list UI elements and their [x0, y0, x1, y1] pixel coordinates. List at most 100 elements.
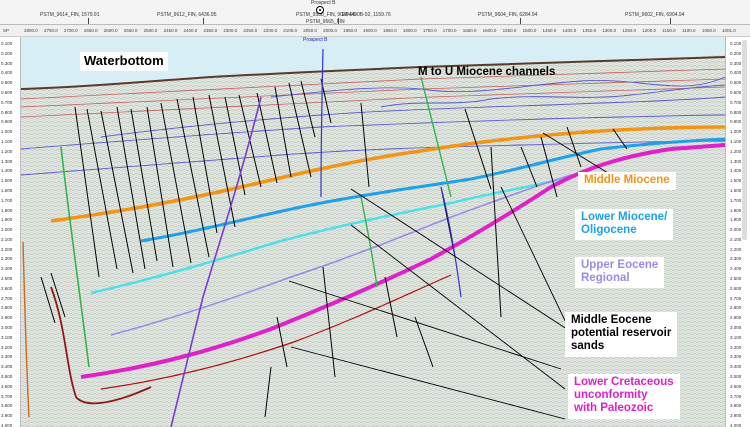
shotpoint-label: 2750.0 — [43, 28, 58, 33]
time-label-right: 2.500 — [730, 276, 742, 282]
time-label-left: 2.600 — [1, 285, 13, 291]
time-label-right: 0.800 — [730, 109, 742, 115]
time-label-right: 0.600 — [730, 89, 742, 95]
shotpoint-label: 2650.0 — [83, 28, 98, 33]
time-label-left: 3.900 — [1, 413, 13, 419]
time-label-right: 0.200 — [730, 50, 742, 56]
time-label-right: 1.800 — [730, 207, 742, 213]
prospect-well-icon[interactable] — [316, 6, 324, 14]
time-label-left: 1.100 — [1, 138, 13, 144]
legend-upper-eocene-line2: Regional — [581, 272, 630, 285]
time-label-right: 0.300 — [730, 60, 742, 66]
shotpoint-label: 1450.0 — [542, 28, 557, 33]
time-label-right: 0.500 — [730, 80, 742, 86]
shotpoint-label: 1500.0 — [522, 28, 537, 33]
shotpoint-label: 1300.0 — [602, 28, 617, 33]
time-label-right: 3.100 — [730, 334, 742, 340]
time-label-left: 1.900 — [1, 217, 13, 223]
time-label-left: 3.400 — [1, 364, 13, 370]
time-label-left: 3.700 — [1, 393, 13, 399]
time-label-right: 1.600 — [730, 187, 742, 193]
line-ref-1[interactable]: PSTM_9614_FIN, 1579.91 — [40, 12, 99, 18]
line-ref-2[interactable]: PSTM_9612_FIN, 6436.95 — [157, 12, 216, 18]
line-ref-5[interactable]: PSTM_9604_FIN, 6284.94 — [478, 12, 537, 18]
time-label-right: 0.700 — [730, 99, 742, 105]
label-waterbottom: Waterbottom — [80, 52, 168, 71]
time-label-left: 1.400 — [1, 168, 13, 174]
legend-middle-eocene-line3: sands — [571, 340, 605, 353]
time-label-left: 2.700 — [1, 295, 13, 301]
time-label-left: 2.000 — [1, 227, 13, 233]
time-label-left: 0.100 — [1, 41, 13, 46]
time-label-right: 3.900 — [730, 413, 742, 419]
legend-middle-eocene-line1: Middle Eocene — [571, 314, 652, 326]
time-label-left: 0.500 — [1, 80, 13, 86]
shotpoint-label: 1750.0 — [422, 28, 437, 33]
intersection-tick — [88, 18, 89, 24]
legend-middle-miocene-text: Middle Miocene — [584, 174, 670, 186]
time-label-right: 3.000 — [730, 325, 742, 331]
legend-lower-miocene-line1: Lower Miocene/ — [581, 211, 668, 223]
time-label-left: 0.700 — [1, 99, 13, 105]
time-label-right: 2.600 — [730, 285, 742, 291]
time-label-left: 0.300 — [1, 60, 13, 66]
shotpoint-label: 2600.0 — [103, 28, 118, 33]
time-label-left: 1.800 — [1, 207, 13, 213]
time-label-left: 1.200 — [1, 148, 13, 154]
vertical-scrollbar[interactable] — [742, 40, 747, 240]
line-intersection-bar: PSTM_9614_FIN, 1579.91 PSTM_9612_FIN, 64… — [0, 0, 750, 25]
time-label-left: 3.000 — [1, 325, 13, 331]
time-label-left: 1.500 — [1, 178, 13, 184]
shotpoint-label: 1150.0 — [662, 28, 676, 33]
time-label-right: 0.400 — [730, 70, 742, 76]
shotpoint-label: 2250.0 — [243, 28, 258, 33]
time-label-left: 0.600 — [1, 89, 13, 95]
shotpoint-label: 1001.0 — [722, 28, 736, 33]
time-label-right: 3.200 — [730, 344, 742, 350]
legend-cretaceous: Lower Cretaceous unconformity with Paleo… — [568, 374, 680, 419]
time-label-right: 3.400 — [730, 364, 742, 370]
intersection-tick — [670, 18, 671, 24]
shotpoint-label: 2200.0 — [263, 28, 278, 33]
time-label-right: 1.300 — [730, 158, 742, 164]
shotpoint-label: 2300.0 — [223, 28, 238, 33]
shotpoint-label: 1800.0 — [402, 28, 417, 33]
time-label-right: 2.900 — [730, 315, 742, 321]
shotpoint-label: 2550.0 — [123, 28, 138, 33]
shotpoint-label: 1200.0 — [642, 28, 656, 33]
line-ref-6[interactable]: PSTM_9602_FIN, 6904.94 — [625, 12, 684, 18]
legend-cretaceous-line1: Lower Cretaceous — [574, 376, 674, 388]
shotpoint-axis: SP 2800.0 2750.0 2700.0 2650.0 2600.0 2550.0 2… — [0, 25, 750, 37]
legend-middle-eocene: Middle Eocene potential reservoir sands — [565, 312, 678, 357]
shotpoint-label: 2000.0 — [323, 28, 337, 33]
legend-upper-eocene: Upper Eocene Regional — [575, 257, 665, 289]
time-label-left: 1.600 — [1, 187, 13, 193]
time-label-left: 2.300 — [1, 256, 13, 262]
legend-middle-eocene-line2: potential reservoir — [571, 327, 672, 340]
time-label-left: 2.400 — [1, 266, 13, 272]
time-label-right: 2.000 — [730, 227, 742, 233]
time-label-left: 2.200 — [1, 246, 13, 252]
time-label-right: 2.300 — [730, 256, 742, 262]
time-label-left: 0.800 — [1, 109, 13, 115]
label-miocene-channels: M to U Miocene channels — [418, 66, 556, 78]
time-label-right: 3.300 — [730, 354, 742, 360]
shotpoint-label: 1400.0 — [562, 28, 577, 33]
time-label-left: 2.900 — [1, 315, 13, 321]
line-ref-4[interactable]: EP4490B-02, 1159.76 — [342, 12, 391, 18]
shotpoint-label: 1050.0 — [702, 28, 716, 33]
sp-axis-title: SP — [3, 28, 10, 33]
time-label-right: 1.000 — [730, 129, 742, 135]
shotpoint-label: 2400.0 — [183, 28, 198, 33]
legend-cretaceous-line2: unconformity — [574, 389, 648, 402]
time-label-left: 1.300 — [1, 158, 13, 164]
time-label-right: 3.800 — [730, 403, 742, 409]
time-label-right: 2.700 — [730, 295, 742, 301]
time-label-right: 2.400 — [730, 266, 742, 272]
shotpoint-label: 1250.0 — [622, 28, 637, 33]
time-label-right: 0.100 — [730, 41, 742, 46]
time-label-right: 2.800 — [730, 305, 742, 311]
time-label-left: 3.300 — [1, 354, 13, 360]
time-label-left: 2.500 — [1, 276, 13, 282]
time-label-right: 4.000 — [730, 423, 742, 427]
